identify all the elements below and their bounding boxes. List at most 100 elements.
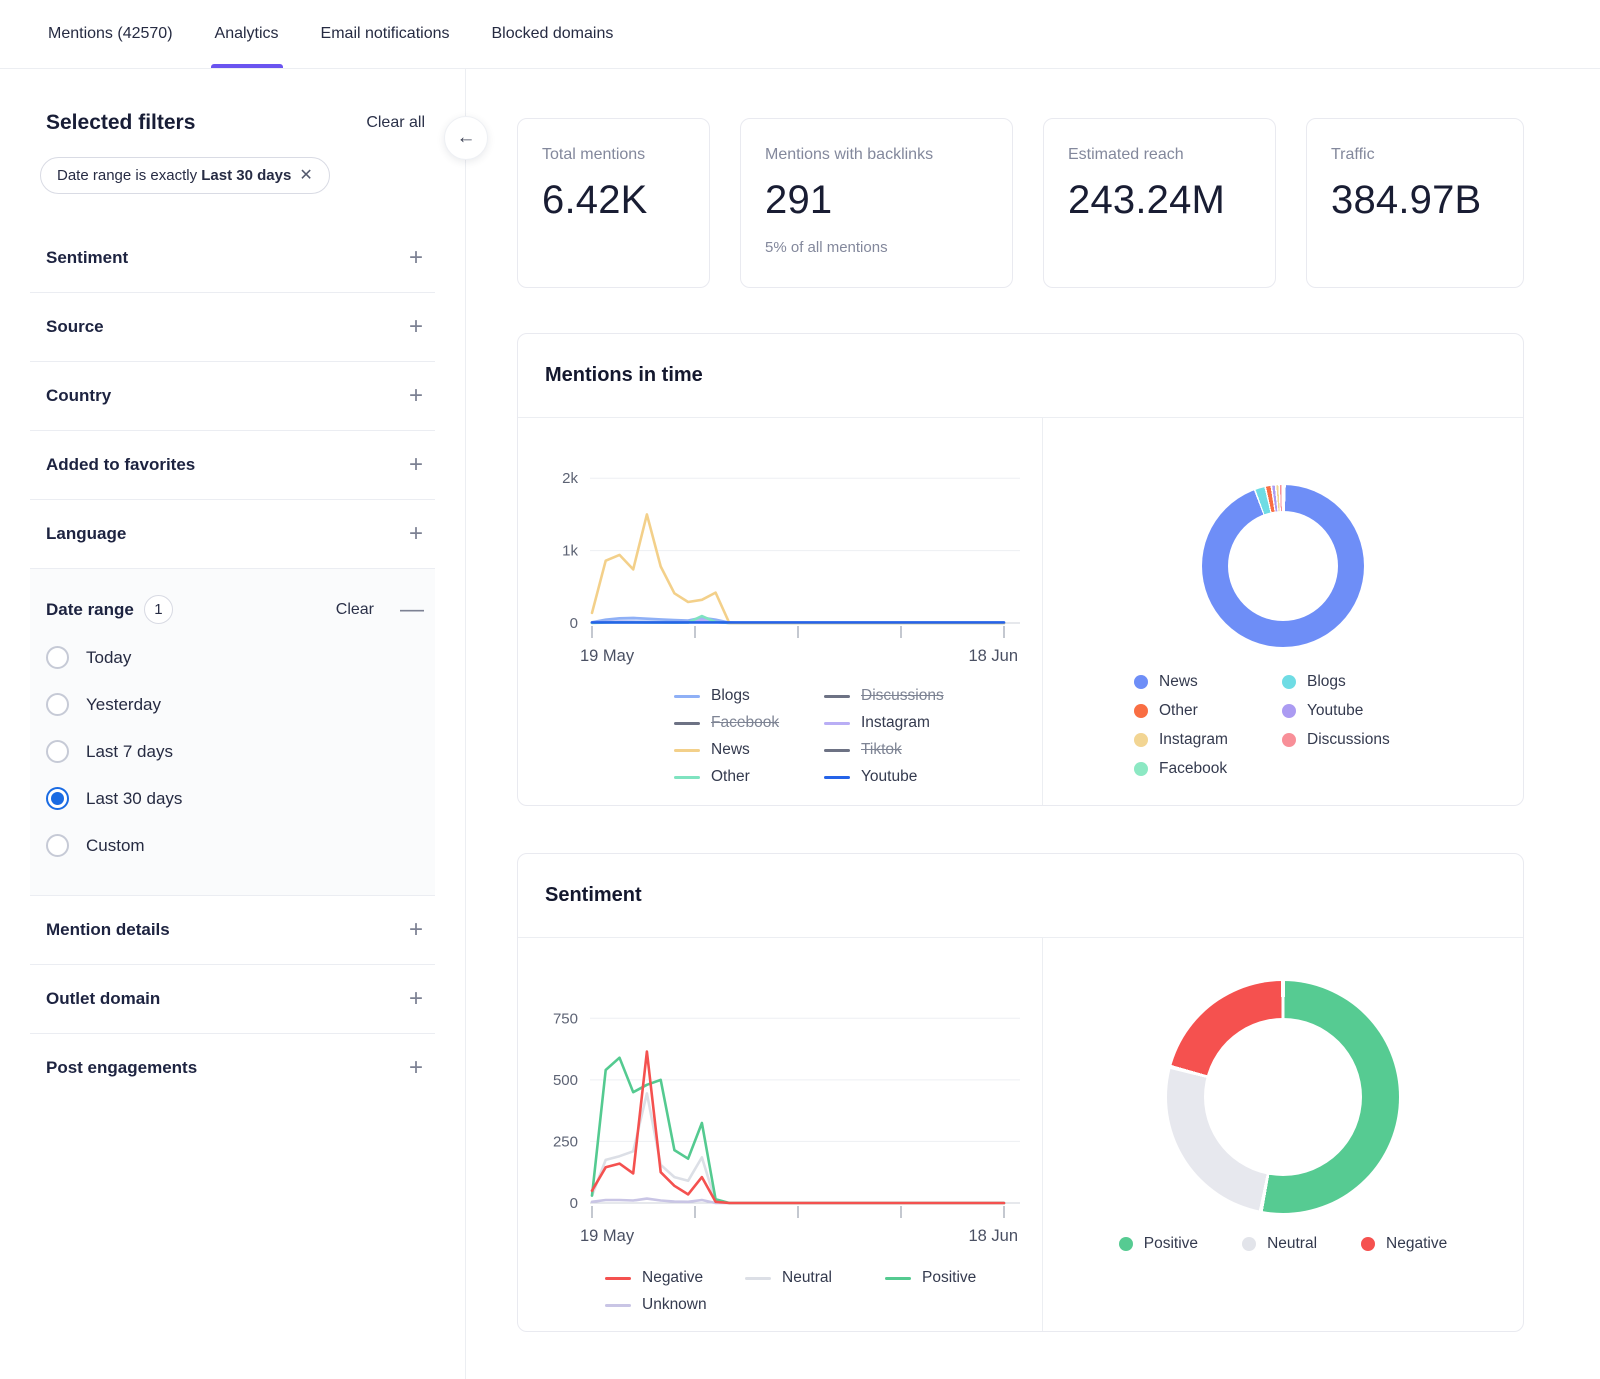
clear-all-link[interactable]: Clear all bbox=[366, 114, 425, 132]
radio-yesterday[interactable]: Yesterday bbox=[30, 681, 435, 728]
legend-label: Other bbox=[711, 768, 750, 786]
legend-item-other[interactable]: Other bbox=[1134, 702, 1282, 720]
legend-swatch bbox=[674, 695, 700, 698]
stat-card-estimated-reach: Estimated reach 243.24M bbox=[1043, 118, 1276, 288]
legend-label: News bbox=[711, 741, 750, 759]
legend-label: Positive bbox=[1144, 1235, 1198, 1253]
legend-item-negative[interactable]: Negative bbox=[1361, 1235, 1447, 1253]
radio-circle[interactable] bbox=[46, 834, 69, 857]
legend-item-blogs[interactable]: Blogs bbox=[674, 687, 824, 705]
legend-swatch bbox=[885, 1277, 911, 1280]
legend-label: Facebook bbox=[711, 714, 779, 732]
legend-label: Positive bbox=[922, 1269, 976, 1287]
sidebar-item-language[interactable]: Language + bbox=[30, 500, 435, 569]
legend-item-other[interactable]: Other bbox=[674, 768, 824, 786]
close-icon[interactable]: ✕ bbox=[299, 168, 312, 184]
sidebar-item-sentiment[interactable]: Sentiment + bbox=[30, 224, 435, 293]
legend-label: Neutral bbox=[782, 1269, 832, 1287]
mentions-line-legend: Blogs Discussions Facebook Instagram News Tik… bbox=[626, 687, 1042, 786]
plus-icon[interactable]: + bbox=[409, 248, 423, 268]
legend-item-instagram[interactable]: Instagram bbox=[1134, 731, 1282, 749]
filter-chip-text: Date range is exactly Last 30 days bbox=[57, 167, 291, 184]
stat-value: 6.42K bbox=[542, 178, 685, 223]
analytics-page: Mentions (42570) Analytics Email notific… bbox=[0, 0, 1600, 1379]
radio-last-30-days[interactable]: Last 30 days bbox=[30, 775, 435, 822]
filters-sidebar: Selected filters Clear all Date range is… bbox=[0, 69, 466, 1379]
legend-label: Discussions bbox=[861, 687, 944, 705]
legend-item-positive[interactable]: Positive bbox=[1119, 1235, 1198, 1253]
clear-date-range-link[interactable]: Clear bbox=[336, 601, 374, 619]
sidebar-item-country[interactable]: Country + bbox=[30, 362, 435, 431]
legend-label: Youtube bbox=[1307, 702, 1363, 720]
filter-chip-date-range[interactable]: Date range is exactly Last 30 days ✕ bbox=[40, 157, 330, 194]
arrow-left-icon: ← bbox=[457, 127, 476, 149]
stat-card-backlinks: Mentions with backlinks 291 5% of all me… bbox=[740, 118, 1013, 288]
collapse-sidebar-button[interactable]: ← bbox=[444, 116, 488, 160]
legend-swatch bbox=[674, 722, 700, 725]
sidebar-item-outlet-domain[interactable]: Outlet domain + bbox=[30, 965, 435, 1034]
legend-item-instagram[interactable]: Instagram bbox=[824, 714, 994, 732]
legend-item-unknown[interactable]: Unknown bbox=[605, 1296, 745, 1314]
legend-item-discussions[interactable]: Discussions bbox=[824, 687, 994, 705]
sidebar-item-added-to-favorites[interactable]: Added to favorites + bbox=[30, 431, 435, 500]
plus-icon[interactable]: + bbox=[409, 989, 423, 1009]
legend-item-youtube[interactable]: Youtube bbox=[824, 768, 994, 786]
stat-card-total-mentions: Total mentions 6.42K bbox=[517, 118, 710, 288]
legend-item-news[interactable]: News bbox=[674, 741, 824, 759]
sidebar-item-source[interactable]: Source + bbox=[30, 293, 435, 362]
sentiment-donut-chart bbox=[1043, 981, 1523, 1213]
radio-today[interactable]: Today bbox=[30, 634, 435, 681]
sidebar-item-mention-details[interactable]: Mention details + bbox=[30, 896, 435, 965]
legend-label: Facebook bbox=[1159, 760, 1227, 778]
plus-icon[interactable]: + bbox=[409, 524, 423, 544]
radio-custom[interactable]: Custom bbox=[30, 822, 435, 869]
legend-swatch bbox=[674, 776, 700, 779]
legend-item-negative[interactable]: Negative bbox=[605, 1269, 745, 1287]
legend-label: Blogs bbox=[1307, 673, 1346, 691]
legend-item-discussions[interactable]: Discussions bbox=[1282, 731, 1432, 749]
plus-icon[interactable]: + bbox=[409, 1058, 423, 1078]
svg-text:750: 750 bbox=[553, 1010, 578, 1027]
tab-blocked-domains[interactable]: Blocked domains bbox=[492, 0, 614, 68]
radio-circle[interactable] bbox=[46, 693, 69, 716]
plus-icon[interactable]: + bbox=[409, 455, 423, 475]
plus-icon[interactable]: + bbox=[409, 317, 423, 337]
legend-swatch bbox=[824, 722, 850, 725]
legend-label: Instagram bbox=[861, 714, 930, 732]
plus-icon[interactable]: + bbox=[409, 920, 423, 940]
legend-swatch bbox=[605, 1277, 631, 1280]
legend-swatch bbox=[1282, 675, 1296, 689]
legend-swatch bbox=[1134, 704, 1148, 718]
radio-circle[interactable] bbox=[46, 740, 69, 763]
legend-label: Other bbox=[1159, 702, 1198, 720]
svg-text:18 Jun: 18 Jun bbox=[968, 647, 1018, 665]
legend-item-neutral[interactable]: Neutral bbox=[1242, 1235, 1317, 1253]
radio-circle[interactable] bbox=[46, 646, 69, 669]
sidebar-item-post-engagements[interactable]: Post engagements + bbox=[30, 1034, 435, 1102]
legend-item-neutral[interactable]: Neutral bbox=[745, 1269, 885, 1287]
legend-item-news[interactable]: News bbox=[1134, 673, 1282, 691]
tab-mentions[interactable]: Mentions (42570) bbox=[48, 0, 173, 68]
header-tab-bar: Mentions (42570) Analytics Email notific… bbox=[0, 0, 1600, 69]
legend-item-positive[interactable]: Positive bbox=[885, 1269, 1025, 1287]
radio-circle-selected[interactable] bbox=[46, 787, 69, 810]
legend-item-facebook[interactable]: Facebook bbox=[674, 714, 824, 732]
legend-label: Instagram bbox=[1159, 731, 1228, 749]
svg-text:250: 250 bbox=[553, 1133, 578, 1150]
tab-analytics[interactable]: Analytics bbox=[215, 0, 279, 68]
legend-swatch bbox=[1282, 733, 1296, 747]
legend-label: Negative bbox=[642, 1269, 703, 1287]
legend-swatch bbox=[1134, 675, 1148, 689]
legend-item-facebook[interactable]: Facebook bbox=[1134, 760, 1282, 778]
collapse-section-icon[interactable]: — bbox=[400, 600, 423, 620]
tab-email-notifications[interactable]: Email notifications bbox=[321, 0, 450, 68]
legend-item-youtube[interactable]: Youtube bbox=[1282, 702, 1432, 720]
legend-swatch bbox=[1119, 1237, 1133, 1251]
donut-hole bbox=[1204, 1018, 1362, 1176]
legend-item-tiktok[interactable]: Tiktok bbox=[824, 741, 994, 759]
legend-label: News bbox=[1159, 673, 1198, 691]
radio-last-7-days[interactable]: Last 7 days bbox=[30, 728, 435, 775]
legend-swatch bbox=[745, 1277, 771, 1280]
legend-item-blogs[interactable]: Blogs bbox=[1282, 673, 1432, 691]
plus-icon[interactable]: + bbox=[409, 386, 423, 406]
